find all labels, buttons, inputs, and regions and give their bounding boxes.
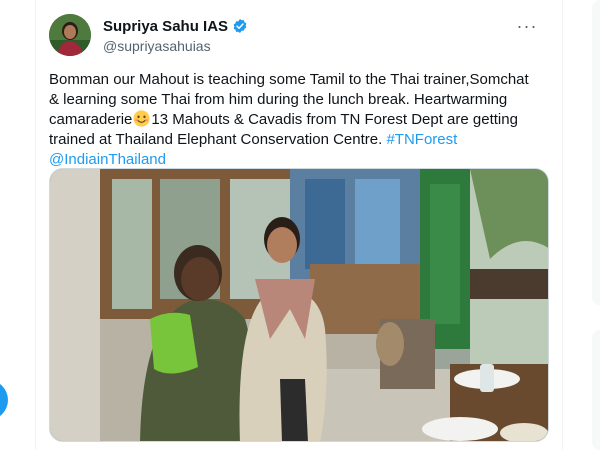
tweet-text: Bomman our Mahout is teaching some Tamil… [49, 70, 549, 170]
tweet-text-line: & learning some Thai from him during the… [49, 91, 508, 108]
more-options-icon[interactable]: ··· [512, 14, 542, 38]
hashtag-link[interactable]: #TNForest [386, 131, 457, 148]
author-handle[interactable]: @supriyasahuias [103, 38, 248, 54]
left-sidebar [0, 0, 36, 450]
tweet-text-line: Bomman our Mahout is teaching some Tamil… [49, 71, 529, 88]
right-sidebar [562, 0, 600, 450]
smiling-face-emoji [133, 110, 150, 127]
floating-action-button[interactable] [0, 380, 8, 420]
tweet-text-line: camaraderie [49, 111, 133, 128]
tweet-photo[interactable] [49, 168, 549, 442]
tweet-card[interactable]: Supriya Sahu IAS @supriyasahuias ··· Bom… [37, 0, 562, 450]
display-name[interactable]: Supriya Sahu IAS [103, 18, 228, 35]
mention-link[interactable]: @IndiainThailand [49, 151, 166, 168]
tweet-header: Supriya Sahu IAS @supriyasahuias ··· [49, 12, 550, 58]
tweet-text-line: 13 Mahouts & Cavadis from TN Forest Dept… [151, 111, 518, 128]
tweet-text-line: trained at Thailand Elephant Conservatio… [49, 131, 383, 148]
author-names: Supriya Sahu IAS @supriyasahuias [103, 16, 248, 54]
avatar[interactable] [49, 14, 91, 56]
verified-badge-icon [232, 18, 248, 34]
right-panel-card [592, 330, 600, 450]
right-panel-card [592, 0, 600, 305]
